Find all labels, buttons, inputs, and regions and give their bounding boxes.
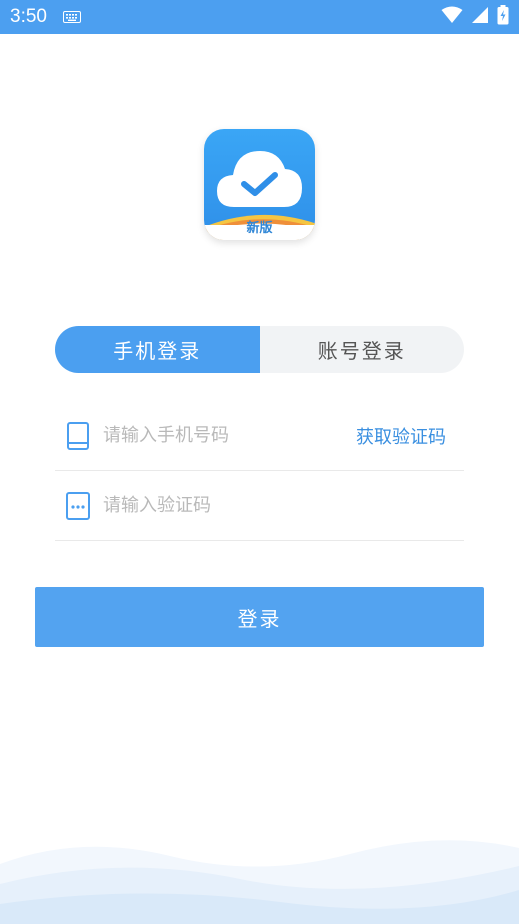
app-logo: 新版 [204, 129, 315, 240]
wave-decoration [0, 840, 519, 924]
tab-account-login[interactable]: 账号登录 [260, 326, 465, 373]
signal-icon [471, 6, 489, 28]
tab-phone-login[interactable]: 手机登录 [55, 326, 260, 373]
get-code-link[interactable]: 获取验证码 [356, 423, 446, 449]
code-icon [63, 491, 93, 521]
login-tabs: 手机登录 账号登录 [55, 326, 464, 373]
login-button[interactable]: 登录 [35, 587, 484, 647]
code-input[interactable] [103, 495, 464, 516]
keyboard-icon [62, 8, 81, 27]
status-time: 3:50 [10, 6, 47, 27]
status-bar: 3:50 [0, 0, 519, 34]
logo-label: 新版 [246, 221, 273, 236]
code-field-row [55, 471, 464, 541]
battery-icon [497, 5, 509, 29]
phone-icon [63, 421, 93, 451]
phone-field-row: 获取验证码 [55, 401, 464, 471]
wifi-icon [441, 6, 463, 28]
phone-input[interactable] [103, 425, 356, 446]
